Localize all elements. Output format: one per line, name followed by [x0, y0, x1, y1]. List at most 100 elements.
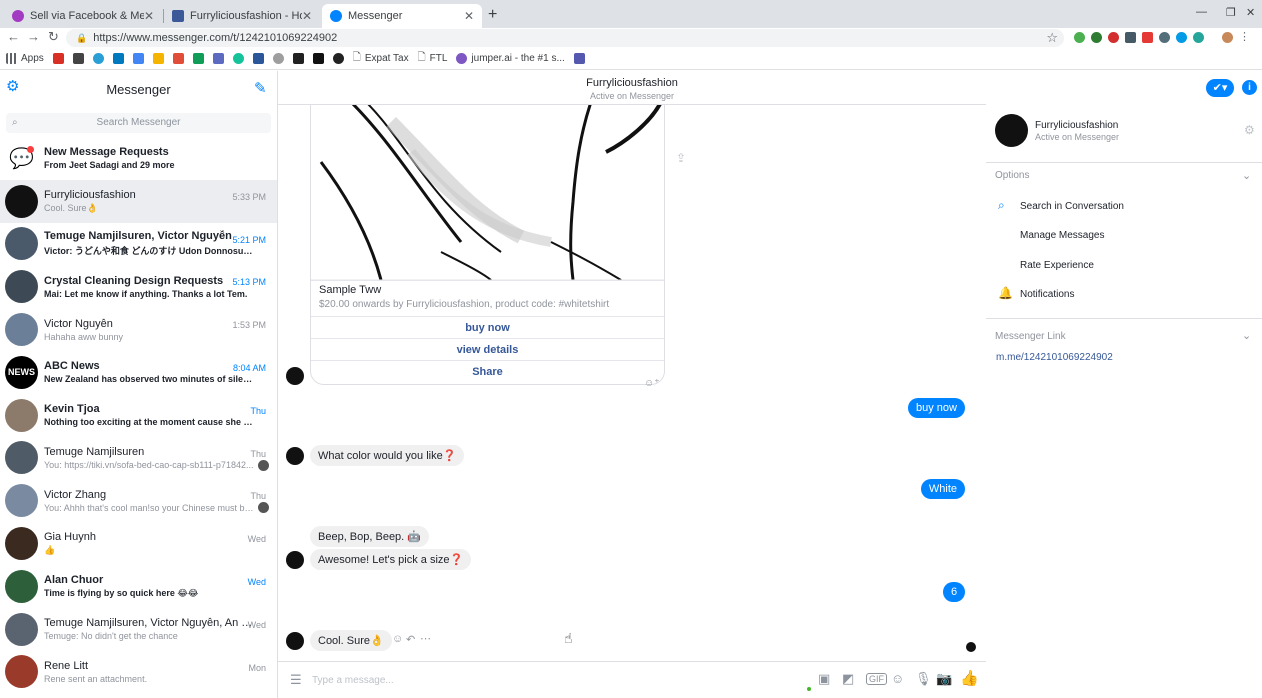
tab-messenger[interactable]: Messenger ✕ [322, 4, 482, 28]
extension-icon[interactable] [1142, 32, 1153, 43]
conversation-name: Temuge Namjilsuren, Victor Nguyễn, An K … [44, 617, 254, 630]
bookmark-icon[interactable] [312, 53, 324, 64]
conversation-item[interactable]: Victor Nguyễn Hahaha aww bunny 1:53 PM [0, 308, 277, 351]
search-in-conversation-option[interactable]: Search in Conversation [1020, 201, 1124, 212]
new-tab-button[interactable]: + [488, 6, 497, 24]
extension-icon[interactable] [1159, 32, 1170, 43]
share-button[interactable]: Share [311, 360, 664, 382]
chat-status: Active on Messenger [589, 91, 675, 101]
messenger-link[interactable]: m.me/1242101069224902 [996, 352, 1113, 363]
messenger-link-header[interactable]: Messenger Link [995, 331, 1066, 342]
sheets-icon[interactable] [192, 53, 204, 64]
chevron-down-icon[interactable]: ⌄ [1242, 169, 1251, 182]
conversation-item[interactable]: NEWS ABC News New Zealand has observed two… [0, 351, 277, 394]
thumbs-up-icon[interactable]: 👍 [960, 669, 979, 687]
gmail-icon[interactable] [52, 53, 64, 64]
conversation-item[interactable]: Rene Litt Rene sent an attachment. Mon [0, 651, 277, 694]
forward-icon[interactable]: → [27, 29, 40, 44]
extension-icon[interactable] [1108, 32, 1119, 43]
bookmark-icon[interactable] [212, 53, 224, 64]
bookmark-icon[interactable] [252, 53, 264, 64]
search-messenger-input[interactable]: ⌕ Search Messenger [6, 113, 271, 133]
reload-icon[interactable]: ↻ [48, 29, 59, 45]
message-input[interactable] [312, 670, 792, 690]
conversation-item[interactable]: Crystal Cleaning Design Requests Mai: Let… [0, 265, 277, 308]
conversation-text: Temuge Namjilsuren You: https://tiki.vn/s… [44, 446, 254, 470]
docs-icon[interactable] [132, 53, 144, 64]
buy-now-button[interactable]: buy now [311, 316, 664, 338]
add-reaction-icon[interactable]: ☺⁺ [644, 378, 660, 389]
conversation-item[interactable]: Victor Zhang You: Ahhh that's cool man!so… [0, 479, 277, 522]
teams-icon[interactable] [573, 53, 585, 64]
product-image[interactable] [311, 105, 664, 280]
more-icon[interactable]: ⋯ [420, 632, 431, 645]
notifications-option[interactable]: Notifications [1020, 289, 1074, 300]
extension-icon[interactable] [1074, 32, 1085, 43]
conversation-item[interactable]: Furryliciousfashion Cool. Sure👌 5:33 PM [0, 179, 277, 223]
close-icon[interactable]: ✕ [302, 9, 312, 23]
details-status: Active on Messenger [1035, 132, 1120, 142]
menu-dots-icon[interactable]: ⋮ [1239, 32, 1250, 43]
bookmark-ftl[interactable]: 🗋 FTL [418, 50, 448, 67]
bookmark-icon[interactable] [172, 53, 184, 64]
tab-sell-via-facebook[interactable]: Sell via Facebook & Messenger ✕ [4, 4, 162, 28]
info-icon[interactable]: i [1242, 80, 1257, 95]
conversation-name: Temuge Namjilsuren [44, 445, 145, 458]
message-thread[interactable]: Sample Tww $20.00 onwards by Furryliciou… [278, 105, 986, 661]
bookmark-icon[interactable] [272, 53, 284, 64]
emoji-icon[interactable]: ☺ [891, 671, 904, 686]
conversation-item[interactable]: Temuge Namjilsuren, Victor Nguyễn, An K … [0, 608, 277, 651]
conversation-item[interactable]: Gia Huynh 👍 Wed [0, 522, 277, 565]
conversation-item[interactable]: Alan Chuor Time is flying by so quick her… [0, 565, 277, 608]
sticker-icon[interactable]: ◩ [842, 671, 854, 687]
slides-icon[interactable] [152, 53, 164, 64]
window-close-button[interactable]: ✕ [1246, 6, 1255, 19]
close-icon[interactable]: ✕ [464, 9, 474, 23]
extension-icon[interactable] [1091, 32, 1102, 43]
profile-avatar[interactable] [1222, 32, 1233, 43]
tab-furryliciousfashion-home[interactable]: Furryliciousfashion - Home ✕ [164, 4, 320, 28]
share-icon[interactable]: ⇪ [676, 151, 686, 165]
extension-icon[interactable] [1176, 32, 1187, 43]
bookmark-icon[interactable] [72, 53, 84, 64]
bookmark-star-icon[interactable]: ☆ [1046, 30, 1058, 46]
rate-experience-option[interactable]: Rate Experience [1020, 260, 1094, 271]
image-icon[interactable]: ▣ [818, 671, 830, 687]
gif-icon[interactable]: GIF [866, 673, 887, 685]
maximize-button[interactable]: ❐ [1226, 6, 1236, 19]
checkmark-button[interactable]: ✔▾ [1206, 79, 1234, 97]
extension-icon[interactable] [1193, 32, 1204, 43]
minimize-button[interactable]: — [1196, 6, 1207, 18]
bookmark-jumper[interactable]: jumper.ai - the #1 s... [456, 53, 565, 64]
bookmark-icon[interactable] [292, 53, 304, 64]
emoji-react-icon[interactable]: ☺ [392, 633, 403, 645]
telegram-icon[interactable] [92, 53, 104, 64]
camera-icon[interactable]: 📷 [936, 671, 952, 687]
manage-messages-option[interactable]: Manage Messages [1020, 230, 1105, 241]
conversation-item[interactable]: Temuge Namjilsuren, Victor Nguyễn Victor:… [0, 223, 277, 266]
settings-gear-icon[interactable]: ⚙ [1244, 123, 1255, 137]
conversation-time: Wed [247, 534, 266, 545]
reply-icon[interactable]: ↶ [406, 633, 415, 646]
requests-title: New Message Requests [44, 146, 169, 159]
bookmark-expat-tax[interactable]: 🗋 Expat Tax [353, 50, 409, 67]
options-header[interactable]: Options [995, 170, 1029, 181]
grammarly-icon[interactable] [232, 53, 244, 64]
message-requests-item[interactable]: 💬 New Message Requests From Jeet Sadagi … [0, 137, 277, 180]
back-icon[interactable]: ← [7, 29, 20, 44]
view-details-button[interactable]: view details [311, 338, 664, 360]
conversation-item[interactable]: Kevin Tjoa Nothing too exciting at the mo… [0, 394, 277, 437]
address-bar[interactable]: 🔒 https://www.messenger.com/t/1242101069… [66, 29, 1064, 47]
conversation-time: Wed [247, 619, 266, 630]
bookmark-apps[interactable]: Apps [6, 53, 44, 64]
chevron-down-icon[interactable]: ⌄ [1242, 329, 1251, 342]
conversation-item[interactable]: Temuge Namjilsuren You: https://tiki.vn/s… [0, 437, 277, 480]
close-icon[interactable]: ✕ [144, 9, 154, 23]
menu-icon[interactable]: ☰ [290, 672, 302, 688]
conversation-list: 💬 New Message Requests From Jeet Sadagi … [0, 137, 277, 693]
trello-icon[interactable] [112, 53, 124, 64]
extension-icon[interactable] [1125, 32, 1136, 43]
microphone-icon[interactable]: 🎙 [915, 671, 932, 687]
compose-icon[interactable]: ✎ [254, 79, 267, 97]
bookmark-icon[interactable] [332, 53, 344, 64]
